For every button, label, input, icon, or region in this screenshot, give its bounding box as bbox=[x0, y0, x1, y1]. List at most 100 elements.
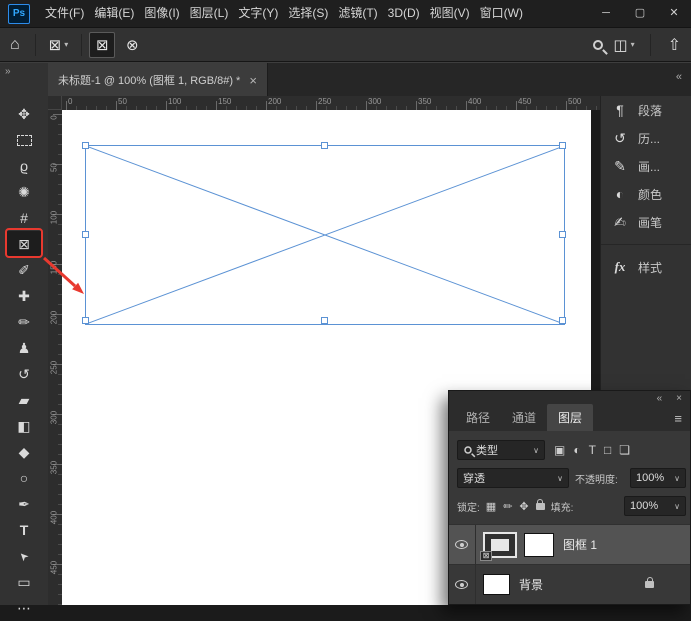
tool-eraser[interactable]: ▰ bbox=[6, 387, 42, 413]
frame-content-thumbnail[interactable] bbox=[524, 533, 554, 557]
share-icon[interactable]: ⇧ bbox=[666, 35, 683, 55]
menu-image[interactable]: 图像(I) bbox=[139, 0, 184, 27]
opacity-value: 100% bbox=[636, 472, 664, 484]
background-layer-thumbnail[interactable] bbox=[483, 574, 510, 595]
menu-type[interactable]: 文字(Y) bbox=[233, 0, 283, 27]
menu-layer[interactable]: 图层(L) bbox=[185, 0, 234, 27]
rail-item-paragraph[interactable]: ¶ 段落 bbox=[601, 96, 691, 124]
tool-dodge[interactable]: ○ bbox=[6, 465, 42, 491]
fill-value: 100% bbox=[630, 500, 658, 512]
tool-brush[interactable]: ✏ bbox=[6, 309, 42, 335]
menu-3d[interactable]: 3D(D) bbox=[383, 0, 425, 27]
toolbar-collapse-icon[interactable]: » bbox=[5, 66, 11, 77]
rail-item-styles[interactable]: fx 样式 bbox=[601, 253, 691, 281]
ruler-label: 250 bbox=[50, 359, 59, 377]
frame-handle-top-left[interactable] bbox=[82, 142, 89, 149]
menu-file[interactable]: 文件(F) bbox=[40, 0, 89, 27]
frame-handle-bottom-left[interactable] bbox=[82, 317, 89, 324]
frame-handle-bottom-right[interactable] bbox=[559, 317, 566, 324]
panel-collapse-icon[interactable]: « bbox=[657, 393, 663, 404]
menu-select[interactable]: 选择(S) bbox=[283, 0, 333, 27]
search-icon[interactable] bbox=[593, 40, 603, 50]
frame-handle-bottom-center[interactable] bbox=[321, 317, 328, 324]
tab-channels[interactable]: 通道 bbox=[501, 404, 547, 431]
tool-pen[interactable]: ✒ bbox=[6, 491, 42, 517]
vertical-ruler: 0 50 100 150 200 250 300 350 400 450 bbox=[48, 110, 62, 605]
lock-transparency-icon[interactable]: ▦ bbox=[486, 500, 496, 513]
menu-window[interactable]: 窗口(W) bbox=[475, 0, 528, 27]
menu-filter[interactable]: 滤镜(T) bbox=[333, 0, 382, 27]
tool-clone-stamp[interactable]: ♟ bbox=[6, 335, 42, 361]
tool-gradient[interactable]: ◧ bbox=[6, 413, 42, 439]
rail-item-color[interactable]: ◐ 颜色 bbox=[601, 180, 691, 208]
blend-mode-select[interactable]: 穿透 ∨ bbox=[457, 468, 569, 488]
filter-smart-objects-icon[interactable]: ❏ bbox=[619, 443, 630, 457]
lock-image-icon[interactable]: ✏ bbox=[503, 500, 512, 513]
panel-tabs: 路径 通道 图层 ≡ bbox=[449, 405, 690, 431]
tab-paths[interactable]: 路径 bbox=[455, 404, 501, 431]
workspace-switcher[interactable]: ◫ ▾ bbox=[613, 36, 634, 54]
filter-shape-layers-icon[interactable]: □ bbox=[604, 443, 611, 457]
rail-item-brushes[interactable]: ✍ 画笔 bbox=[601, 208, 691, 236]
rail-item-history[interactable]: ↺ 历... bbox=[601, 124, 691, 152]
tool-path-selection[interactable]: ➤ bbox=[6, 543, 42, 569]
home-icon[interactable]: ⌂ bbox=[0, 36, 30, 54]
tool-eyedropper[interactable]: ✐ bbox=[6, 257, 42, 283]
layer-list: ⊠ 图框 1 背景 bbox=[449, 524, 690, 604]
document-tab[interactable]: 未标题-1 @ 100% (图框 1, RGB/8#) * × bbox=[48, 63, 268, 97]
panel-menu-icon[interactable]: ≡ bbox=[674, 411, 682, 426]
window-controls: ─ ▢ ✕ bbox=[589, 0, 691, 27]
annotation-highlight-box bbox=[5, 228, 43, 258]
frame-handle-middle-left[interactable] bbox=[82, 231, 89, 238]
menu-view[interactable]: 视图(V) bbox=[425, 0, 475, 27]
fill-select[interactable]: 100% ∨ bbox=[624, 496, 686, 516]
lock-all-icon[interactable] bbox=[536, 503, 545, 510]
visibility-eye-icon[interactable] bbox=[455, 580, 468, 589]
layer-filter-row: 类型 ∨ ▣ ◐ T □ ❏ bbox=[449, 440, 690, 460]
filter-adjustment-layers-icon[interactable]: ◐ bbox=[573, 443, 580, 457]
tool-more[interactable]: ⋯ bbox=[6, 595, 42, 621]
clone-stamp-icon: ♟ bbox=[18, 340, 31, 357]
ruler-label: 0 bbox=[50, 109, 59, 127]
tool-move[interactable]: ✥ bbox=[6, 101, 42, 127]
rail-item-brush-settings[interactable]: ✎ 画... bbox=[601, 152, 691, 180]
tool-quick-selection[interactable]: ✺ bbox=[6, 179, 42, 205]
tool-rectangular-marquee[interactable] bbox=[6, 127, 42, 153]
blend-mode-value: 穿透 bbox=[463, 470, 485, 486]
visibility-eye-icon[interactable] bbox=[455, 540, 468, 549]
tool-history-brush[interactable]: ↺ bbox=[6, 361, 42, 387]
opacity-select[interactable]: 100% ∨ bbox=[630, 468, 686, 488]
ruler-label: 50 bbox=[50, 159, 59, 177]
tool-spot-healing[interactable]: ✚ bbox=[6, 283, 42, 309]
frame-layer-thumbnail[interactable]: ⊠ bbox=[483, 532, 517, 558]
tool-lasso[interactable]: ϱ bbox=[6, 153, 42, 179]
frame-placeholder[interactable] bbox=[85, 145, 565, 325]
frame-handle-top-right[interactable] bbox=[559, 142, 566, 149]
rectangular-frame-button[interactable]: ⊠ bbox=[89, 32, 115, 58]
close-button[interactable]: ✕ bbox=[657, 0, 691, 27]
quick-selection-icon: ✺ bbox=[18, 184, 30, 201]
maximize-button[interactable]: ▢ bbox=[623, 0, 657, 27]
ruler-label: 150 bbox=[50, 259, 59, 277]
tab-layers[interactable]: 图层 bbox=[547, 404, 593, 431]
layer-row-background[interactable]: 背景 bbox=[449, 564, 690, 604]
layer-row-frame[interactable]: ⊠ 图框 1 bbox=[449, 524, 690, 564]
brush-icon: ✏ bbox=[18, 314, 30, 331]
collapse-panels-icon[interactable]: « bbox=[676, 71, 682, 83]
lock-position-icon[interactable]: ✥ bbox=[519, 500, 528, 513]
filter-type-layers-icon[interactable]: T bbox=[589, 443, 596, 457]
frame-handle-top-center[interactable] bbox=[321, 142, 328, 149]
tool-rectangle[interactable]: ▭ bbox=[6, 569, 42, 595]
frame-handle-middle-right[interactable] bbox=[559, 231, 566, 238]
filter-pixel-layers-icon[interactable]: ▣ bbox=[554, 443, 565, 457]
tool-blur[interactable]: ◆ bbox=[6, 439, 42, 465]
tool-preset-picker[interactable]: ⊠ ▾ bbox=[41, 36, 77, 54]
layer-filter-select[interactable]: 类型 ∨ bbox=[457, 440, 545, 460]
tool-type[interactable]: T bbox=[6, 517, 42, 543]
minimize-button[interactable]: ─ bbox=[589, 0, 623, 27]
crop-icon: # bbox=[20, 210, 28, 226]
menu-edit[interactable]: 编辑(E) bbox=[89, 0, 139, 27]
panel-close-icon[interactable]: × bbox=[676, 393, 682, 404]
elliptical-frame-button[interactable]: ⊗ bbox=[119, 32, 145, 58]
tab-close-icon[interactable]: × bbox=[249, 73, 257, 88]
